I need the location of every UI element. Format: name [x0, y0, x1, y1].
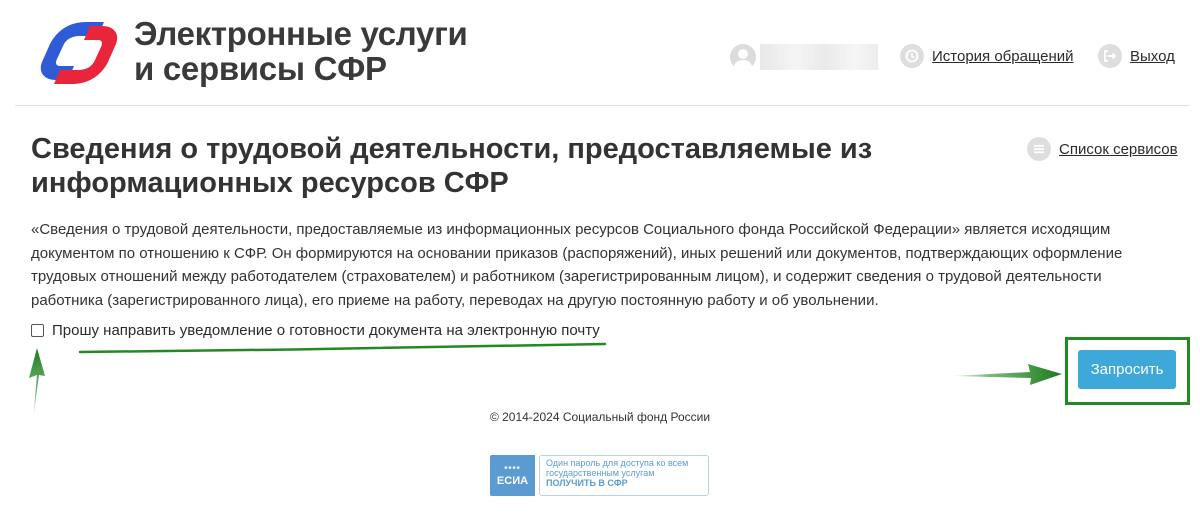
underline-annotation: [78, 342, 607, 354]
site-title-line-1: Электронные услуги: [134, 15, 468, 52]
service-description: «Сведения о трудовой деятельности, предо…: [31, 221, 1123, 309]
page-title: Сведения о трудовой деятельности, предос…: [31, 133, 873, 199]
user-menu[interactable]: [730, 44, 878, 70]
email-notification-option[interactable]: Прошу направить уведомление о готовности…: [31, 322, 600, 339]
esia-lock-icon: ****: [504, 464, 521, 474]
request-button[interactable]: Запросить: [1078, 350, 1176, 389]
arrow-right-annotation: [950, 364, 1062, 385]
copyright: © 2014-2024 Социальный фонд России: [489, 410, 711, 424]
history-link[interactable]: История обращений: [900, 44, 1074, 68]
site-title: Электронные услуги и сервисы СФР: [134, 16, 468, 86]
user-name: [760, 44, 878, 70]
history-icon: [900, 44, 924, 68]
esia-text: Один пароль для доступа ко всем государс…: [539, 455, 709, 496]
services-list-label: Список сервисов: [1059, 140, 1178, 158]
user-avatar-icon: [730, 44, 756, 70]
list-icon: [1027, 137, 1051, 161]
logout-link-label: Выход: [1130, 47, 1175, 65]
header-divider: [15, 105, 1190, 106]
sfr-logo[interactable]: [28, 14, 120, 90]
logout-link[interactable]: Выход: [1098, 44, 1175, 68]
services-list-link[interactable]: Список сервисов: [1027, 137, 1178, 161]
email-notification-label[interactable]: Прошу направить уведомление о готовности…: [52, 322, 600, 339]
email-notification-checkbox[interactable]: [31, 324, 44, 337]
site-title-line-2: и сервисы СФР: [134, 50, 387, 87]
esia-badge-label: ЕСИА: [496, 474, 529, 487]
esia-line-2: государственным услугам: [546, 467, 655, 478]
esia-line-3: ПОЛУЧИТЬ В СФР: [546, 478, 628, 488]
logout-icon: [1098, 44, 1122, 68]
esia-banner[interactable]: **** ЕСИА Один пароль для доступа ко все…: [490, 455, 709, 496]
history-link-label: История обращений: [932, 47, 1074, 65]
esia-badge: **** ЕСИА: [490, 455, 535, 496]
